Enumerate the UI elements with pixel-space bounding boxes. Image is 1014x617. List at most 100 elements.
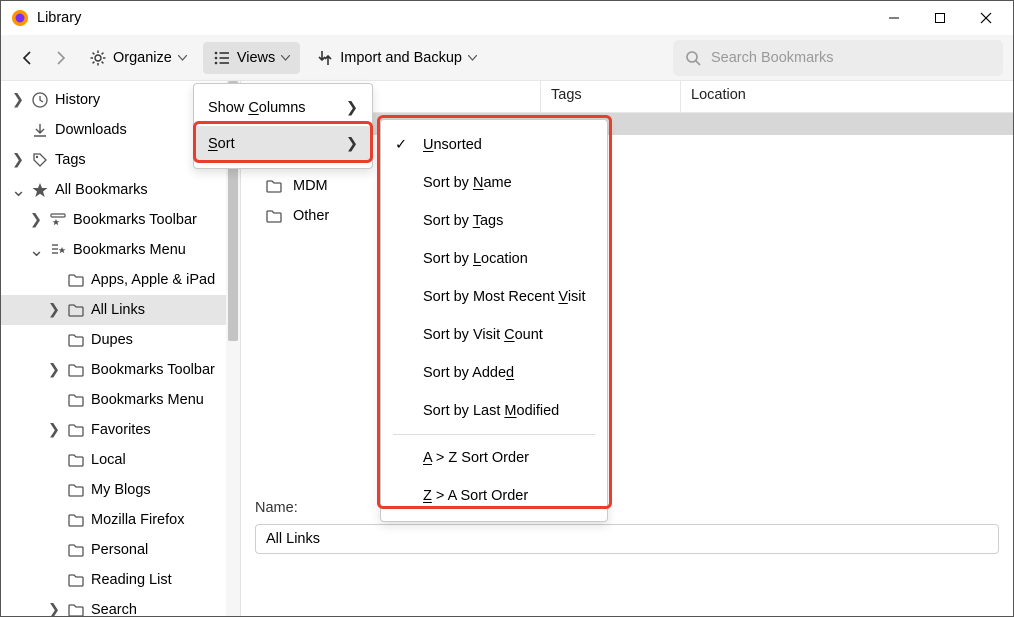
folder-icon [67,481,85,499]
sort-menu-label: A > Z Sort Order [423,450,529,466]
sort-menu-item[interactable]: Sort by Tags [381,202,607,240]
check-icon: ✓ [395,137,407,153]
menu-item-label: Sort [208,136,235,152]
folder-icon [67,391,85,409]
twisty-icon[interactable]: ❯ [11,152,25,168]
sort-menu-label: Sort by Visit Count [423,327,543,343]
folder-icon [265,177,283,195]
name-field-input[interactable] [255,524,999,554]
tree-item[interactable]: Mozilla Firefox [1,505,240,535]
sort-order-item[interactable]: A > Z Sort Order [381,439,607,477]
folder-icon [67,271,85,289]
twisty-icon[interactable]: ❯ [47,302,61,318]
bmmenu-icon [49,241,67,259]
folder-icon [67,511,85,529]
sort-menu-item[interactable]: Sort by Added [381,354,607,392]
tree-item-label: All Links [91,302,145,318]
tree-item-label: Bookmarks Toolbar [91,362,215,378]
column-header-location[interactable]: Location [681,81,1013,112]
sort-menu-label: Unsorted [423,137,482,153]
folder-icon [67,601,85,616]
sort-order-item[interactable]: Z > A Sort Order [381,477,607,515]
gear-icon [89,49,107,67]
sort-menu-label: Z > A Sort Order [423,488,528,504]
star-icon [31,181,49,199]
import-label: Import and Backup [340,50,462,66]
twisty-icon[interactable]: ❯ [29,212,43,228]
nav-back-button[interactable] [15,45,41,71]
twisty-icon[interactable]: ❯ [11,92,25,108]
window-minimize-button[interactable] [871,3,917,33]
tree-item[interactable]: Bookmarks Menu [1,385,240,415]
tree-item[interactable]: Dupes [1,325,240,355]
menu-item-show-columns[interactable]: Show Columns ❯ [194,90,372,126]
content-folder-row[interactable]: Local [265,141,1013,171]
search-input[interactable] [711,50,991,66]
twisty-icon[interactable]: ⌄ [29,244,43,256]
column-header-tags[interactable]: Tags [541,81,681,112]
submenu-arrow-icon: ❯ [346,100,358,116]
firefox-icon [11,9,29,27]
nav-forward-button[interactable] [47,45,73,71]
sort-menu-item[interactable]: Sort by Visit Count [381,316,607,354]
tree-item[interactable]: ❯ Bookmarks Toolbar [1,355,240,385]
sort-menu-label: Sort by Tags [423,213,503,229]
list-icon [213,49,231,67]
tree-item-label: Dupes [91,332,133,348]
sort-menu-label: Sort by Location [423,251,528,267]
organize-button[interactable]: Organize [79,42,197,74]
tree-item[interactable]: Reading List [1,565,240,595]
tree-item[interactable]: ⌄ All Bookmarks [1,175,240,205]
sort-menu-item[interactable]: Sort by Name [381,164,607,202]
window-close-button[interactable] [963,3,1009,33]
twisty-icon[interactable]: ❯ [47,602,61,616]
twisty-icon[interactable]: ❯ [47,422,61,438]
tree-item-label: Tags [55,152,86,168]
content-folder-row[interactable]: MDM [265,171,1013,201]
window-titlebar: Library [1,1,1013,35]
tree-item-label: Local [91,452,126,468]
menu-item-sort[interactable]: Sort ❯ [194,126,372,162]
views-button[interactable]: Views [203,42,300,74]
twisty-icon[interactable]: ⌄ [11,184,25,196]
tree-item-label: Bookmarks Menu [73,242,186,258]
twisty-icon[interactable]: ❯ [47,362,61,378]
tree-item[interactable]: ⌄ Bookmarks Menu [1,235,240,265]
tree-item-label: History [55,92,100,108]
tree-item[interactable]: ❯ All Links [1,295,240,325]
sort-menu-item[interactable]: Sort by Location [381,240,607,278]
tree-item[interactable]: Local [1,445,240,475]
folder-icon [67,541,85,559]
tree-item-label: Mozilla Firefox [91,512,184,528]
folder-icon [67,451,85,469]
import-icon [316,49,334,67]
organize-label: Organize [113,50,172,66]
tree-item-label: Reading List [91,572,172,588]
sort-menu-item[interactable]: ✓ Unsorted [381,126,607,164]
tree-item-label: Favorites [91,422,151,438]
sort-menu-item[interactable]: Sort by Last Modified [381,392,607,430]
toolbar: Organize Views Import and Backup [1,35,1013,81]
content-folder-row[interactable]: Other [265,201,1013,231]
tree-item-label: Personal [91,542,148,558]
tree-item[interactable]: My Blogs [1,475,240,505]
folder-icon [67,301,85,319]
tree-item[interactable]: ❯ Search [1,595,240,616]
folder-label: MDM [293,178,328,194]
name-field-label: Name: [255,500,298,516]
folder-label: Other [293,208,329,224]
tree-item[interactable]: ❯Bookmarks Toolbar [1,205,240,235]
tree-item-label: Apps, Apple & iPad [91,272,215,288]
tree-item[interactable]: ❯ Favorites [1,415,240,445]
tree-item[interactable]: Apps, Apple & iPad [1,265,240,295]
sort-submenu: ✓ Unsorted Sort by Name Sort by Tags Sort by… [380,119,608,522]
sort-menu-item[interactable]: Sort by Most Recent Visit [381,278,607,316]
tree-item-label: All Bookmarks [55,182,148,198]
import-backup-button[interactable]: Import and Backup [306,42,487,74]
window-maximize-button[interactable] [917,3,963,33]
submenu-arrow-icon: ❯ [346,136,358,152]
tree-item-label: Search [91,602,137,616]
search-container [673,40,1003,76]
sort-menu-label: Sort by Added [423,365,514,381]
tree-item[interactable]: Personal [1,535,240,565]
